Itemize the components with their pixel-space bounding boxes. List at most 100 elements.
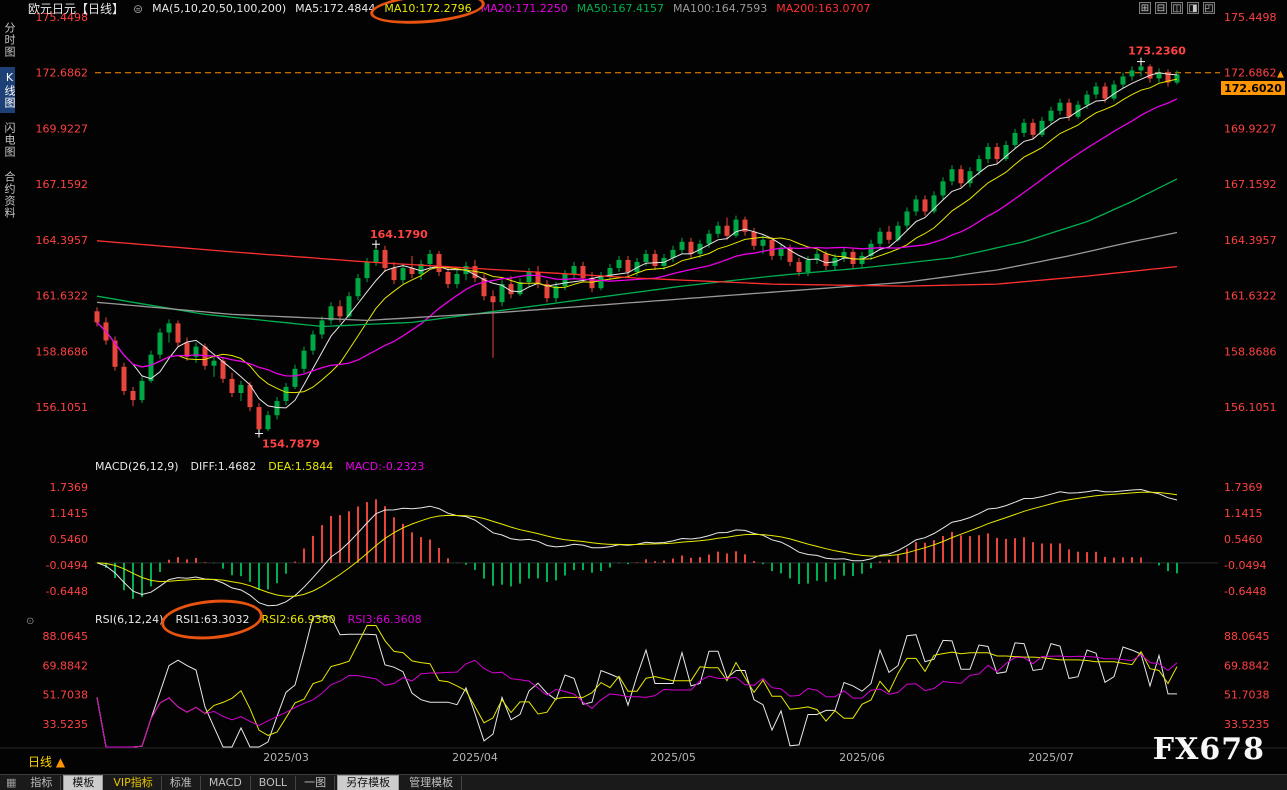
candle-body [95,311,100,322]
y-axis-label: 167.1592 [1224,178,1277,191]
rsi1-line [97,617,1177,747]
settings-icon[interactable]: ⊜ [133,2,143,16]
y-axis-label: 33.5235 [1224,718,1270,731]
split-window-icon[interactable]: ◫ [1171,2,1183,14]
candle-body [1067,103,1072,117]
y-axis-label: 172.6862 [36,67,89,80]
candle-body [527,272,532,282]
candle-body [1013,133,1018,145]
ma-group-label: MA(5,10,20,50,100,200) [152,2,286,15]
candle-body [338,306,343,316]
candle-body [131,391,136,400]
cascade-windows-icon[interactable]: ⊟ [1155,2,1167,14]
trading-terminal: 175.4498175.4498172.6862172.6862169.9227… [0,0,1287,790]
period-arrow-icon: ▲ [56,755,65,769]
toolbar-item-standard[interactable]: 标准 [162,776,201,790]
toolbar-grid-icon[interactable]: ▦ [0,776,22,789]
watermark: FX678 [1153,732,1265,767]
candle-body [176,323,181,342]
candle-body [914,199,919,211]
toolbar-item-manage-template[interactable]: 管理模板 [401,776,462,790]
candle-body [1085,95,1090,105]
candle-body [770,240,775,256]
y-axis-label: 1.1415 [50,507,89,520]
candle-body [1103,87,1108,99]
y-axis-label: 51.7038 [1224,689,1270,702]
candle-body [320,320,325,334]
y-axis-label: 158.8686 [36,345,89,358]
y-axis-label: -0.0494 [46,559,88,572]
macd-panel-header: MACD(26,12,9) DIFF:1.4682 DEA:1.5844 MAC… [95,460,424,473]
y-axis-label: 167.1592 [36,178,89,191]
price-up-arrow-icon: ▲ [1277,70,1284,80]
price-chart[interactable]: 175.4498175.4498172.6862172.6862169.9227… [0,0,1287,790]
y-axis-label: 158.8686 [1224,345,1277,358]
toolbar-item-macd[interactable]: MACD [201,776,251,790]
ma50-label: MA50:167.4157 [577,2,664,15]
candle-body [644,254,649,262]
rsi-params-label: RSI(6,12,24) [95,613,163,626]
candle-body [302,351,307,369]
layout-window-icon[interactable]: ◰ [1203,2,1215,14]
candle-body [428,254,433,264]
ma100-line [97,233,1177,321]
candle-body [986,147,991,159]
candle-body [185,343,190,357]
half-window-icon[interactable]: ◨ [1187,2,1199,14]
candle-body [851,252,856,264]
chart-type-sidebar: 分时图 K线图 闪电图 合约资料 [0,18,15,223]
sidebar-item-kline-chart[interactable]: K线图 [0,67,15,113]
toolbar-item-save-template[interactable]: 另存模板 [337,775,399,790]
y-axis-label: -0.6448 [1224,585,1266,598]
candle-body [446,272,451,284]
toolbar-item-template[interactable]: 模板 [63,775,103,790]
rsi3-line [97,655,1177,747]
y-axis-label: -0.6448 [46,585,88,598]
candle-body [878,232,883,244]
x-axis-label: 2025/06 [839,751,885,764]
y-axis-label: 169.9227 [36,122,89,135]
candle-body [374,250,379,262]
candle-body [617,260,622,268]
y-axis-label: 88.0645 [43,630,89,643]
candle-body [239,385,244,393]
candle-body [761,240,766,246]
sidebar-item-time-chart[interactable]: 分时图 [0,18,15,62]
sidebar-item-tick-chart[interactable]: 闪电图 [0,118,15,162]
sidebar-item-contract-info[interactable]: 合约资料 [0,167,15,223]
ma10-label: MA10:172.2796 [384,2,471,15]
candle-body [1031,123,1036,135]
rsi-panel-header: RSI(6,12,24) RSI1:63.3032 RSI2:66.9380 R… [95,613,422,626]
y-axis-label: 156.1051 [1224,401,1277,414]
y-axis-label: 88.0645 [1224,630,1270,643]
y-axis-label: 0.5460 [1224,533,1263,546]
candle-body [455,274,460,284]
tile-windows-icon[interactable]: ⊞ [1139,2,1151,14]
ma5-line [97,73,1177,408]
toolbar-item-vip-indicator[interactable]: VIP指标 [105,776,161,790]
toolbar-item-boll[interactable]: BOLL [251,776,296,790]
ma20-label: MA20:171.2250 [481,2,568,15]
toolbar-item-indicator[interactable]: 指标 [22,776,61,790]
candle-body [725,226,730,236]
low-price-annotation: 154.7879 [262,438,320,451]
period-selector[interactable]: 日线 ▲ [28,753,65,770]
candle-body [959,169,964,183]
candle-body [1058,103,1063,111]
candle-body [1022,123,1027,133]
candle-body [1094,87,1099,95]
y-axis-label: 69.8842 [1224,659,1270,672]
last-price-label: 172.6020 [1224,82,1282,95]
candle-body [653,254,658,266]
candle-body [1175,75,1180,83]
candle-body [950,169,955,181]
y-axis-label: 1.7369 [50,481,89,494]
y-axis-label: 1.1415 [1224,507,1263,520]
candle-body [212,361,217,366]
y-axis-label: 169.9227 [1224,122,1277,135]
candle-body [680,242,685,250]
candle-body [806,260,811,272]
candle-body [626,260,631,272]
candle-body [140,381,145,400]
toolbar-item-one-chart[interactable]: 一图 [296,776,335,790]
